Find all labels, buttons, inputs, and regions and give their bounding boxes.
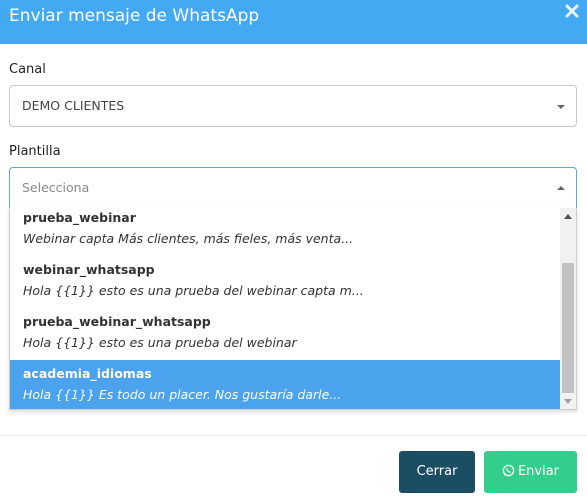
option-name: academia_idiomas — [23, 366, 152, 381]
plantilla-option-prueba-webinar[interactable]: prueba_webinar Webinar capta Más cliente… — [10, 208, 562, 256]
option-description: Webinar capta Más clientes, más fieles, … — [23, 231, 354, 246]
plantilla-option-webinar-whatsapp[interactable]: webinar_whatsapp Hola {{1}} esto es una … — [10, 256, 562, 308]
plantilla-select-placeholder: Selecciona — [22, 180, 90, 195]
whatsapp-icon — [502, 453, 515, 495]
scrollbar-thumb[interactable] — [562, 263, 574, 393]
chevron-up-icon — [557, 186, 565, 190]
plantilla-label: Plantilla — [9, 144, 61, 159]
plantilla-option-list: prueba_webinar Webinar capta Más cliente… — [10, 208, 562, 409]
scroll-down-icon[interactable] — [564, 399, 572, 404]
scroll-up-icon[interactable] — [564, 214, 572, 219]
dropdown-scrollbar[interactable] — [560, 208, 576, 409]
dialog-header: Enviar mensaje de WhatsApp — [0, 0, 587, 44]
send-button[interactable]: Enviar — [484, 451, 577, 493]
plantilla-select[interactable]: Selecciona — [9, 167, 577, 209]
send-button-label: Enviar — [517, 464, 560, 479]
close-icon[interactable] — [563, 2, 581, 20]
option-description: Hola {{1}} esto es una prueba del webina… — [23, 335, 297, 350]
option-description: Hola {{1}} Es todo un placer. Nos gustar… — [23, 387, 342, 402]
chevron-down-icon — [557, 105, 565, 109]
canal-select-value: DEMO CLIENTES — [22, 98, 125, 113]
footer-divider — [0, 435, 587, 436]
option-name: prueba_webinar_whatsapp — [23, 314, 211, 329]
whatsapp-dialog: Enviar mensaje de WhatsApp Canal DEMO CL… — [0, 0, 587, 497]
canal-label: Canal — [9, 62, 46, 77]
dialog-title: Enviar mensaje de WhatsApp — [9, 6, 260, 26]
plantilla-option-academia-idiomas[interactable]: academia_idiomas Hola {{1}} Es todo un p… — [10, 360, 562, 409]
option-name: webinar_whatsapp — [23, 262, 155, 277]
close-button[interactable]: Cerrar — [399, 451, 475, 493]
option-name: prueba_webinar — [23, 210, 136, 225]
close-button-label: Cerrar — [416, 464, 458, 479]
canal-select[interactable]: DEMO CLIENTES — [9, 85, 577, 127]
plantilla-dropdown: prueba_webinar Webinar capta Más cliente… — [9, 208, 577, 410]
option-description: Hola {{1}} esto es una prueba del webina… — [23, 283, 364, 298]
plantilla-option-prueba-webinar-whatsapp[interactable]: prueba_webinar_whatsapp Hola {{1}} esto … — [10, 308, 562, 360]
